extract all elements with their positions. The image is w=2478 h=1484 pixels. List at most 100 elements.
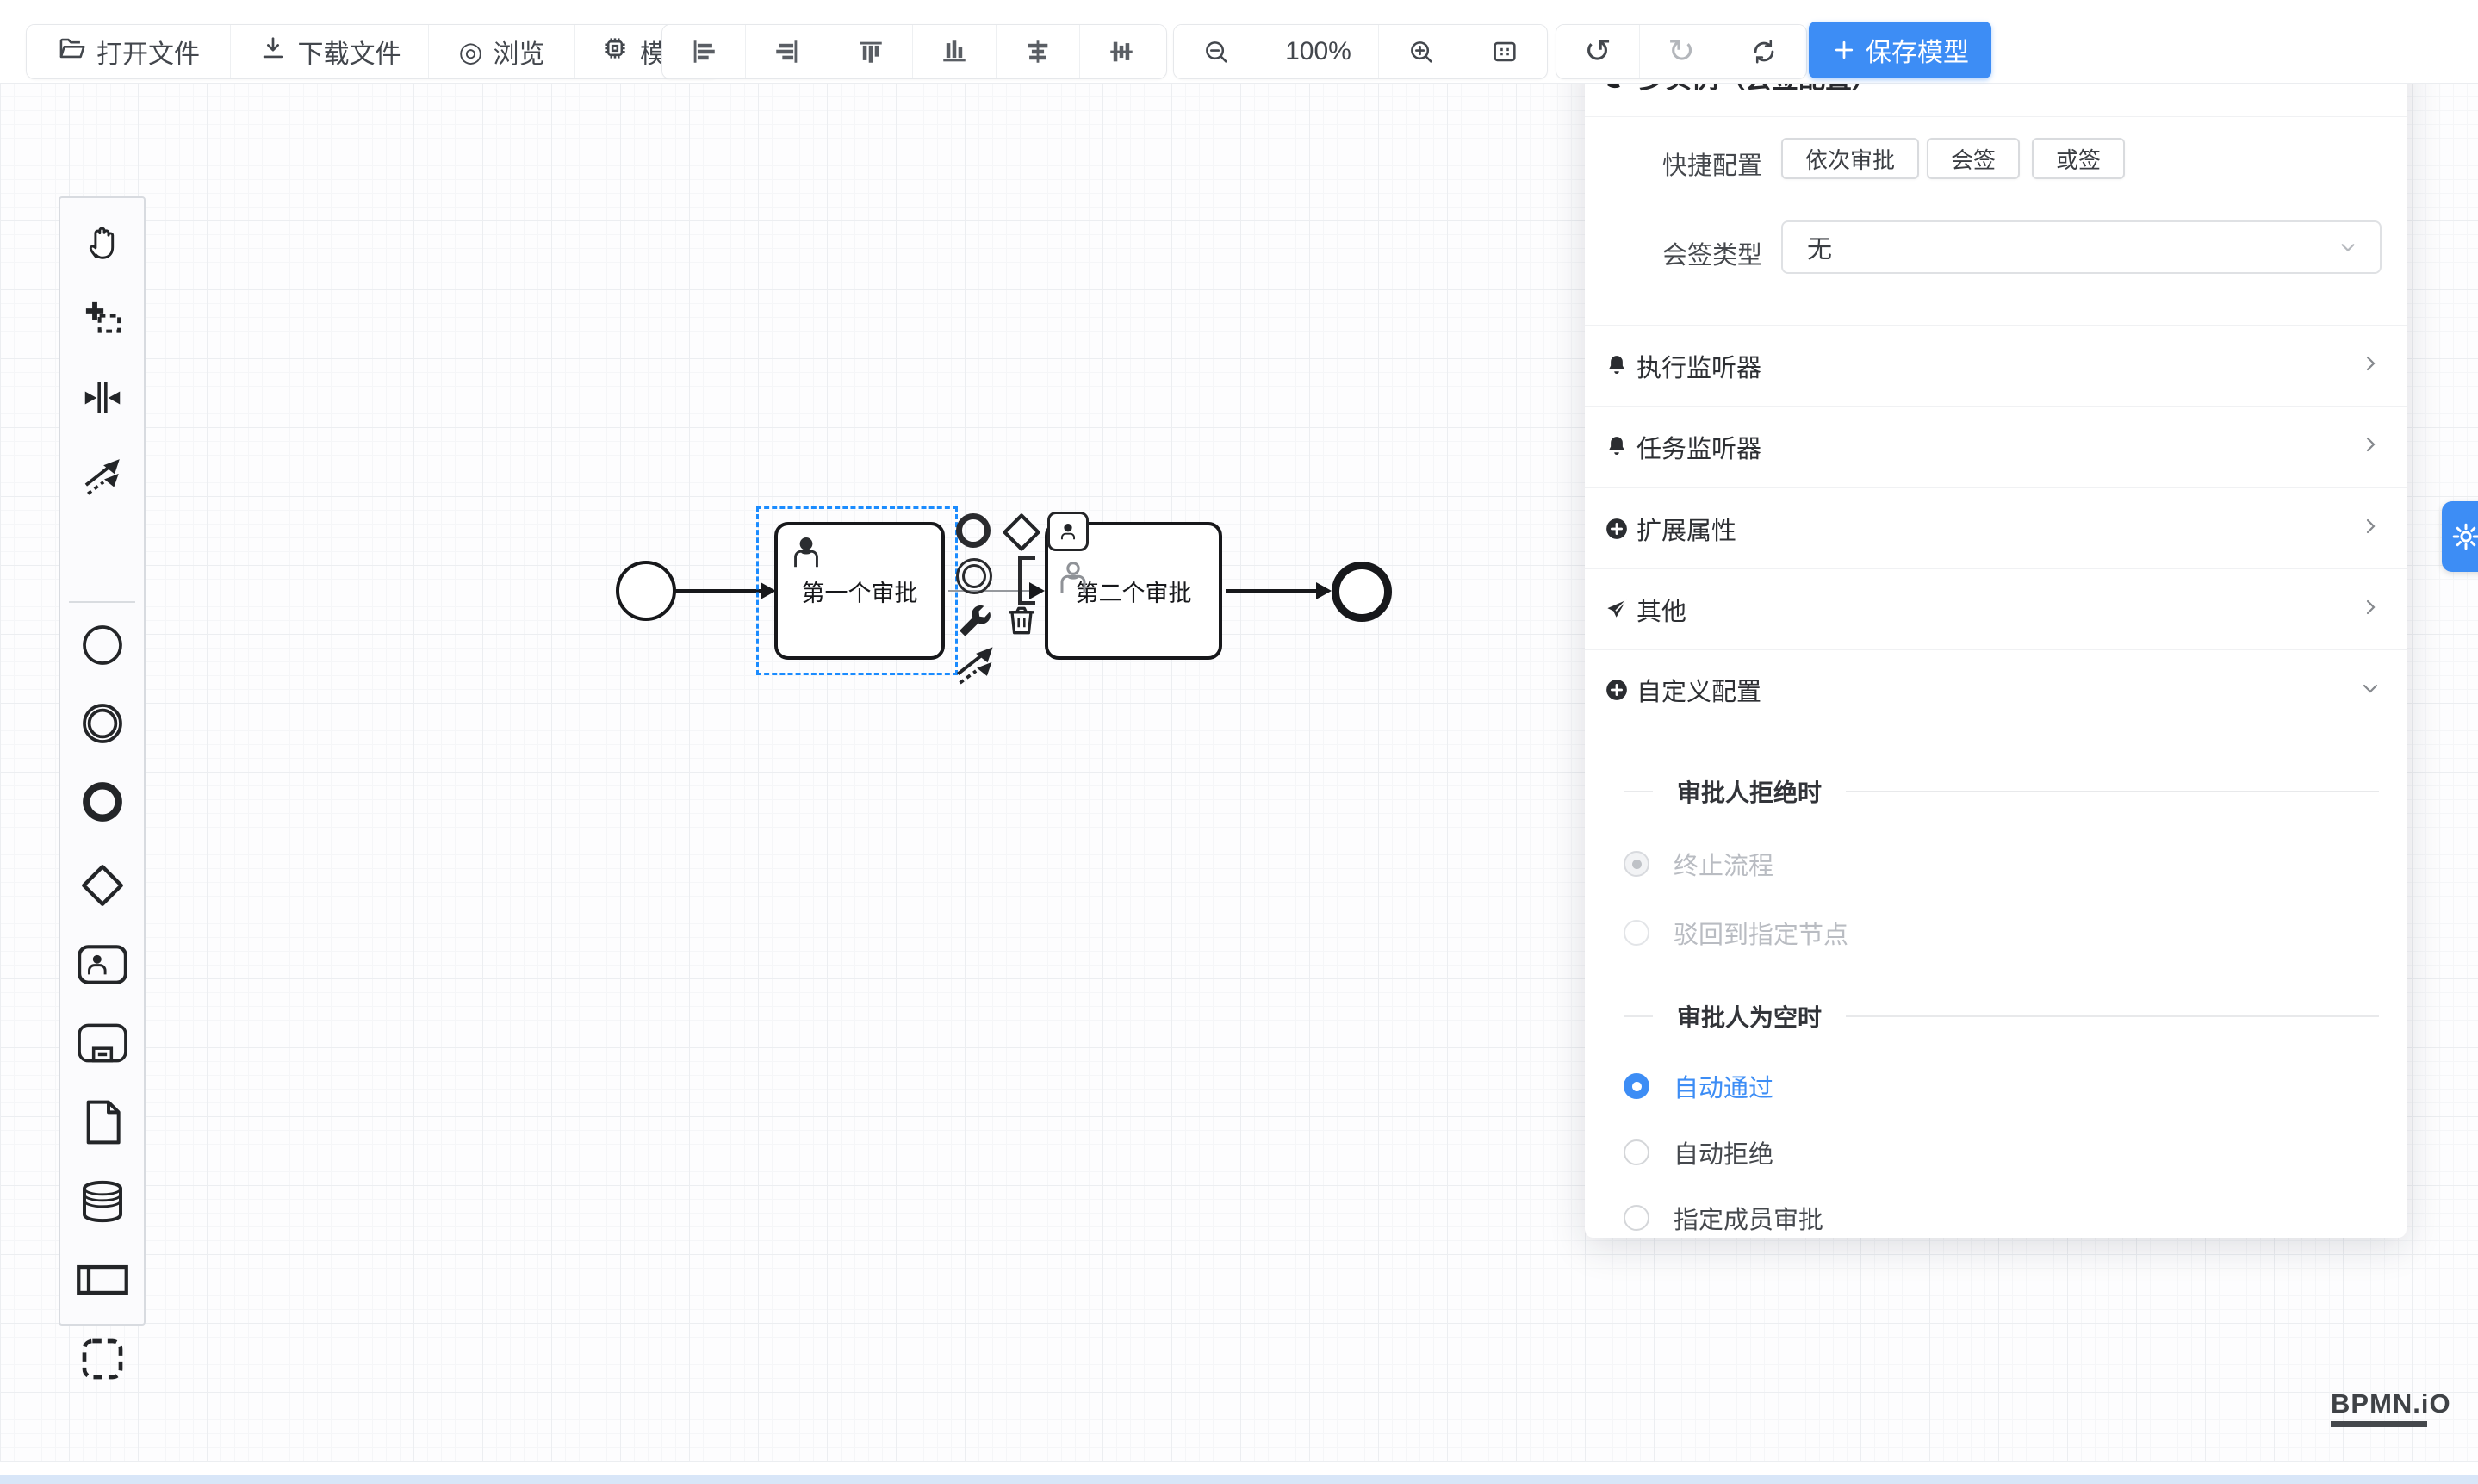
- sequence-flow-3-arrowhead: [1316, 582, 1332, 599]
- align-bottom-button[interactable]: [913, 25, 997, 78]
- append-end-event-button[interactable]: [956, 513, 991, 548]
- create-gateway[interactable]: [75, 858, 130, 913]
- countersign-type-label: 会签类型: [1662, 235, 1762, 271]
- create-user-task[interactable]: [75, 937, 130, 992]
- refresh-button[interactable]: [1723, 25, 1804, 78]
- radio-assign-member[interactable]: 指定成员审批: [1624, 1200, 1823, 1236]
- create-data-store[interactable]: [75, 1174, 130, 1229]
- download-file-button[interactable]: 下载文件: [231, 25, 429, 78]
- download-file-label: 下载文件: [298, 33, 401, 71]
- section-custom-config[interactable]: 自定义配置: [1585, 649, 2407, 730]
- sequence-flow-3[interactable]: [1226, 589, 1318, 593]
- send-icon: [1604, 597, 1630, 623]
- undo-button[interactable]: ↺: [1556, 25, 1640, 78]
- subprocess-icon: [76, 1021, 129, 1065]
- align-right-button[interactable]: [746, 25, 829, 78]
- align-right-icon: [773, 37, 802, 66]
- zoom-group: 100%: [1173, 24, 1548, 79]
- start-event[interactable]: [616, 561, 676, 621]
- align-center-vertical-button[interactable]: [1080, 25, 1163, 78]
- quick-option-countersign[interactable]: 会签: [1927, 138, 2020, 179]
- group-icon: [78, 1335, 127, 1383]
- section-extended-properties[interactable]: 扩展属性: [1585, 487, 2407, 568]
- append-text-annotation-button[interactable]: [1018, 556, 1040, 605]
- fit-viewport-button[interactable]: [1463, 25, 1545, 78]
- chevron-down-icon: [2360, 678, 2381, 703]
- connect-tool[interactable]: [75, 449, 130, 504]
- zoom-level[interactable]: 100%: [1258, 25, 1379, 78]
- align-center-vertical-icon: [1107, 37, 1136, 66]
- open-file-label: 打开文件: [96, 33, 200, 71]
- redo-button[interactable]: ↻: [1640, 25, 1723, 78]
- hand-tool[interactable]: [75, 213, 130, 268]
- empty-divider: 审批人为空时: [1585, 999, 2407, 1034]
- align-center-horizontal-button[interactable]: [997, 25, 1080, 78]
- connect-icon: [951, 641, 999, 689]
- create-start-event[interactable]: [75, 618, 130, 673]
- append-intermediate-event-button[interactable]: [956, 558, 992, 594]
- section-label: 自定义配置: [1636, 672, 2360, 708]
- connect-button[interactable]: [951, 641, 999, 689]
- gateway-icon: [78, 860, 127, 910]
- data-store-icon: [78, 1179, 127, 1224]
- append-task-button[interactable]: [1047, 512, 1089, 551]
- refresh-icon: [1749, 37, 1779, 66]
- panel-toggle-tab[interactable]: [2442, 501, 2478, 572]
- radio-auto-pass[interactable]: 自动通过: [1624, 1068, 1773, 1104]
- quick-option-sequential[interactable]: 依次审批: [1781, 138, 1919, 179]
- bell-icon: [1604, 434, 1630, 460]
- preview-button[interactable]: ◎ 浏览: [429, 25, 575, 78]
- append-gateway-button[interactable]: [999, 510, 1044, 555]
- quick-option-orsign[interactable]: 或签: [2032, 138, 2125, 179]
- change-type-button[interactable]: [954, 601, 996, 643]
- section-others[interactable]: 其他: [1585, 568, 2407, 649]
- section-task-listeners[interactable]: 任务监听器: [1585, 406, 2407, 487]
- intermediate-event-icon: [78, 699, 127, 748]
- align-top-button[interactable]: [829, 25, 913, 78]
- countersign-type-select[interactable]: 无: [1781, 220, 2382, 274]
- open-file-button[interactable]: 打开文件: [27, 25, 231, 78]
- sequence-flow-1[interactable]: [673, 589, 761, 593]
- fit-viewport-icon: [1490, 37, 1519, 66]
- radio-auto-reject[interactable]: 自动拒绝: [1624, 1134, 1773, 1170]
- properties-panel: 多实例（会签配置） 快捷配置 依次审批 会签 或签 会签类型 无 执行监听器: [1585, 35, 2407, 1238]
- create-intermediate-event[interactable]: [75, 696, 130, 751]
- palette: [59, 196, 146, 1326]
- align-left-button[interactable]: [662, 25, 746, 78]
- redo-icon: ↻: [1668, 35, 1695, 68]
- zoom-out-button[interactable]: [1174, 25, 1258, 78]
- save-model-button[interactable]: 保存模型: [1809, 22, 1991, 78]
- lasso-icon: [79, 295, 126, 342]
- reject-divider: 审批人拒绝时: [1585, 774, 2407, 809]
- radio-return-to-node[interactable]: 驳回到指定节点: [1624, 915, 1848, 951]
- zoom-in-button[interactable]: [1379, 25, 1463, 78]
- radio-label: 指定成员审批: [1674, 1200, 1823, 1236]
- section-execution-listeners[interactable]: 执行监听器: [1585, 325, 2407, 406]
- end-event[interactable]: [1332, 562, 1392, 622]
- zoom-in-icon: [1407, 37, 1436, 66]
- plus-circle-icon: [1604, 677, 1630, 703]
- lasso-tool[interactable]: [75, 291, 130, 346]
- chevron-right-icon: [2360, 516, 2381, 541]
- bottom-strip: [0, 1462, 2478, 1475]
- wrench-icon: [954, 601, 996, 643]
- create-participant[interactable]: [75, 1252, 130, 1307]
- empty-title: 审批人为空时: [1677, 999, 1822, 1034]
- selection-outline: [756, 506, 958, 675]
- start-event-icon: [78, 621, 127, 669]
- create-subprocess[interactable]: [75, 1015, 130, 1071]
- delete-button[interactable]: [1003, 601, 1040, 639]
- data-object-icon: [81, 1098, 124, 1146]
- radio-icon: [1624, 851, 1649, 877]
- space-tool[interactable]: [75, 370, 130, 425]
- create-end-event[interactable]: [75, 774, 130, 829]
- plus-icon: [1831, 37, 1857, 63]
- bpmn-io-logo-underline: [2331, 1421, 2427, 1427]
- create-group[interactable]: [75, 1332, 130, 1387]
- browse-icon: ◎: [459, 38, 483, 65]
- radio-label: 自动拒绝: [1674, 1134, 1773, 1170]
- align-top-icon: [856, 37, 885, 66]
- radio-terminate-process[interactable]: 终止流程: [1624, 846, 1773, 882]
- bpmn-io-logo[interactable]: BPMN.iO: [2331, 1388, 2451, 1427]
- create-data-object[interactable]: [75, 1095, 130, 1150]
